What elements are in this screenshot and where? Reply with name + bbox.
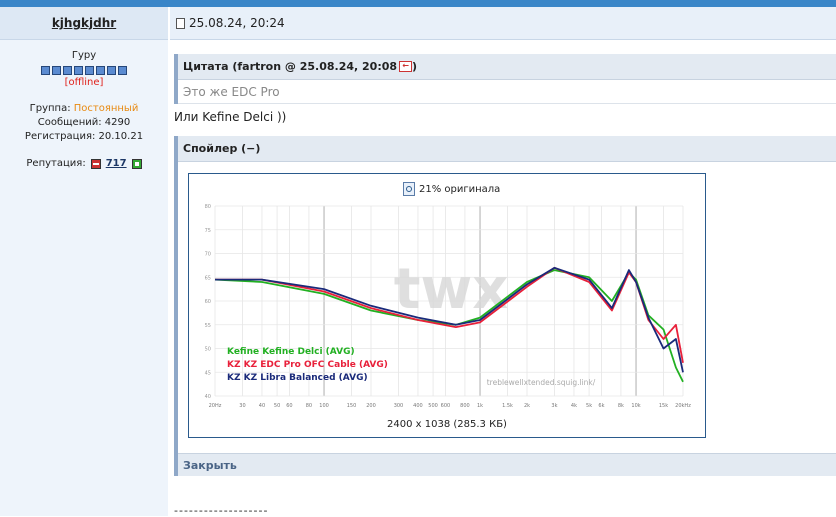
rank-box: [52, 66, 61, 75]
quote-header: Цитата (fartron @ 25.08.24, 20:08 ← ): [178, 54, 836, 80]
spoiler-header[interactable]: Спойлер (−): [178, 136, 836, 162]
user-registered: Регистрация: 20.10.21: [24, 131, 144, 142]
site-watermark: treblewellxtended.squig.link/: [487, 378, 596, 387]
top-bar: [0, 0, 836, 7]
username-row: kjhgkjdhr: [0, 7, 168, 40]
group-label: Группа:: [29, 103, 71, 114]
x-tick-label: 50: [274, 403, 280, 409]
rank-box: [107, 66, 116, 75]
quote-header-close: ): [412, 60, 418, 73]
x-tick-label: 8k: [618, 403, 624, 409]
post-date-bar: 25.08.24, 20:24: [170, 7, 836, 40]
x-tick-label: 20Hz: [209, 403, 222, 409]
x-tick-label: 500: [428, 403, 438, 409]
spoiler-block: Спойлер (−) 21% оригинала 20Hz 30 40 50 60 80…: [174, 136, 836, 476]
x-tick-label: 200: [366, 403, 376, 409]
user-posts: Сообщений: 4290: [37, 117, 131, 128]
reputation-minus-icon[interactable]: [90, 158, 101, 169]
x-tick-label: 5k: [586, 403, 592, 409]
signature-separator: -------------------: [174, 504, 269, 517]
rank-box: [96, 66, 105, 75]
x-tick-label: 15k: [659, 403, 668, 409]
x-tick-label: 800: [460, 403, 470, 409]
post-date: 25.08.24, 20:24: [189, 16, 285, 30]
x-tick-label: 60: [286, 403, 292, 409]
x-tick-label: 100: [319, 403, 329, 409]
reputation-value[interactable]: 717: [106, 158, 127, 169]
y-tick-label: 70: [205, 252, 211, 258]
frequency-response-chart: 20Hz 30 40 50 60 80 100 150 200 300 400 500 600 800 1k…: [201, 200, 693, 414]
user-status: [offline]: [64, 77, 104, 88]
quote-text: Это же EDC Pro: [178, 80, 836, 104]
zoom-icon[interactable]: [403, 182, 415, 196]
y-tick-label: 65: [205, 275, 211, 281]
x-tick-label: 6k: [598, 403, 604, 409]
x-tick-label: 40: [259, 403, 265, 409]
rank-box: [85, 66, 94, 75]
y-tick-label: 55: [205, 323, 211, 329]
user-sidebar: kjhgkjdhr Гуру [offline] Группа: Постоян…: [0, 7, 168, 516]
x-tick-label: 4k: [571, 403, 577, 409]
quote-header-text: Цитата (fartron @ 25.08.24, 20:08: [183, 60, 398, 73]
x-tick-label: 600: [441, 403, 451, 409]
spoiler-close-button[interactable]: Закрыть: [178, 453, 836, 476]
username-link[interactable]: kjhgkjdhr: [52, 16, 116, 30]
y-tick-label: 75: [205, 228, 211, 234]
user-rank: Гуру: [71, 50, 97, 61]
post-content: 25.08.24, 20:24 Цитата (fartron @ 25.08.…: [170, 7, 836, 517]
y-tick-label: 80: [205, 204, 211, 210]
legend-entry: KZ KZ EDC Pro OFC Cable (AVG): [227, 360, 388, 370]
y-tick-label: 50: [205, 347, 211, 353]
reputation-label: Репутация:: [26, 158, 86, 169]
attached-image[interactable]: 21% оригинала 20Hz 30 40 50 60 80 100 150 200 300…: [188, 173, 706, 438]
x-tick-label: 400: [413, 403, 423, 409]
y-tick-label: 60: [205, 299, 211, 305]
legend-entry: Kefine Kefine Delci (AVG): [227, 347, 355, 357]
y-tick-label: 45: [205, 370, 211, 376]
x-tick-label: 2k: [524, 403, 530, 409]
x-tick-label: 30: [239, 403, 245, 409]
x-tick-label: 150: [347, 403, 357, 409]
x-tick-label: 1k: [477, 403, 483, 409]
user-group: Группа: Постоянный: [0, 102, 168, 116]
rank-box: [74, 66, 83, 75]
x-tick-label: 10k: [631, 403, 640, 409]
rank-boxes: [0, 66, 168, 75]
y-tick-label: 40: [205, 394, 211, 400]
rank-box: [63, 66, 72, 75]
rank-box: [41, 66, 50, 75]
x-tick-label: 80: [306, 403, 312, 409]
legend-entry: KZ KZ Libra Balanced (AVG): [227, 373, 368, 383]
quote-back-icon[interactable]: ←: [399, 61, 413, 72]
user-reputation: Репутация: 717: [0, 158, 168, 169]
reply-text: Или Kefine Delci )): [174, 110, 287, 124]
image-zoom-row: 21% оригинала: [403, 182, 500, 196]
reputation-plus-icon[interactable]: [131, 158, 142, 169]
document-icon: [176, 17, 185, 29]
x-tick-label: 1.5k: [502, 403, 513, 409]
rank-box: [118, 66, 127, 75]
x-tick-label: 3k: [551, 403, 557, 409]
x-tick-label: 300: [394, 403, 404, 409]
image-zoom-text: 21% оригинала: [419, 183, 501, 195]
x-tick-label: 20kHz: [675, 403, 691, 409]
image-dimensions: 2400 x 1038 (285.3 КБ): [387, 419, 507, 430]
group-value: Постоянный: [73, 103, 139, 114]
quote-block: Цитата (fartron @ 25.08.24, 20:08 ← ) Эт…: [174, 54, 836, 104]
